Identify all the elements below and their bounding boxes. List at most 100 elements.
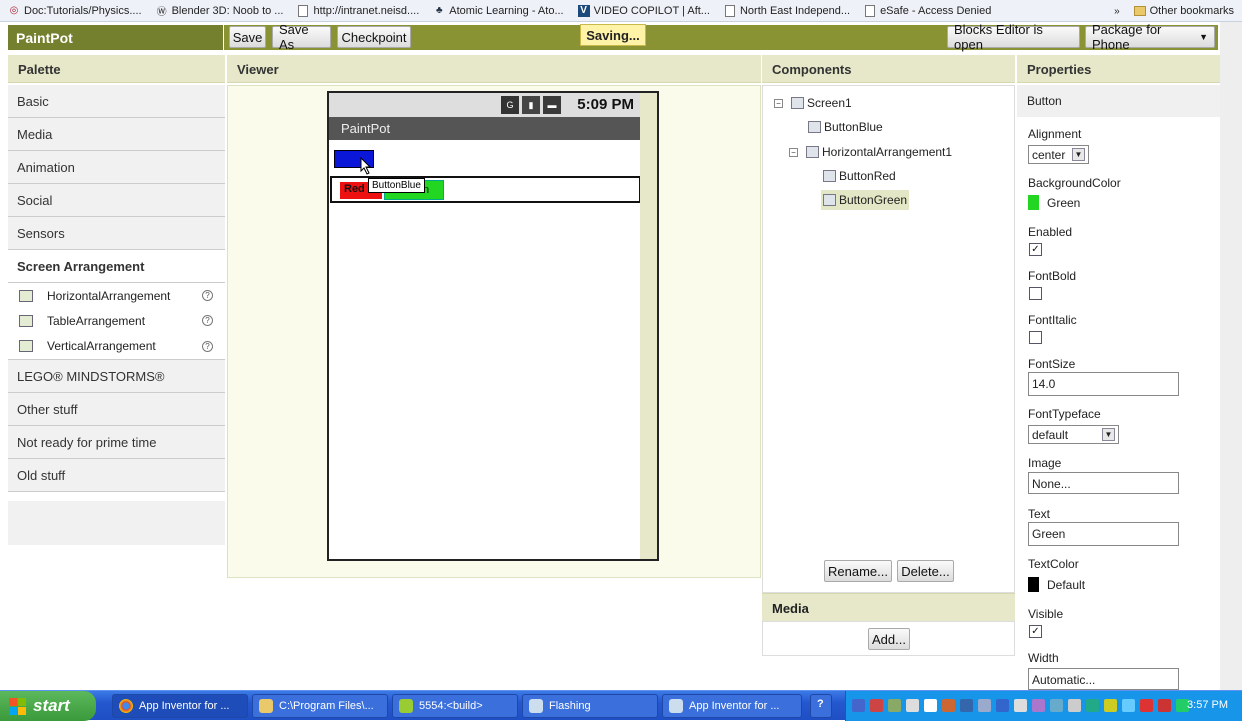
task-emulator[interactable]: 5554:<build>: [392, 694, 518, 718]
tree-item-button-blue[interactable]: ButtonBlue: [808, 117, 883, 137]
tray-app-icon[interactable]: [1158, 699, 1171, 712]
bookmark-item[interactable]: ♣ Atomic Learning - Ato...: [433, 5, 564, 17]
tree-item-button-red[interactable]: ButtonRed: [823, 166, 896, 186]
bookmark-item[interactable]: Ⓦ Blender 3D: Noob to ...: [156, 5, 284, 19]
tray-app-icon[interactable]: [906, 699, 919, 712]
task-flashing[interactable]: Flashing: [522, 694, 658, 718]
help-icon[interactable]: ?: [202, 290, 213, 301]
palette-item-vertical-arrangement[interactable]: VerticalArrangement ?: [8, 333, 225, 360]
bookmark-item[interactable]: eSafe - Access Denied: [864, 4, 991, 17]
palette-panel: Basic Media Animation Social Sensors Scr…: [8, 85, 225, 492]
tree-item-button-green[interactable]: ButtonGreen: [821, 190, 910, 210]
tray-app-icon[interactable]: [1086, 699, 1099, 712]
alignment-select[interactable]: center ▼: [1028, 145, 1089, 164]
palette-category-screen-arrangement[interactable]: Screen Arrangement: [8, 250, 225, 283]
tray-app-icon[interactable]: [870, 699, 883, 712]
blocks-editor-button[interactable]: Blocks Editor is open: [947, 22, 1080, 52]
tree-item-screen1[interactable]: − Screen1: [774, 93, 852, 113]
collapse-icon[interactable]: −: [789, 147, 798, 157]
tray-app-icon[interactable]: [1104, 699, 1117, 712]
palette-category-not-ready[interactable]: Not ready for prime time: [8, 426, 225, 459]
tray-app-icon[interactable]: [996, 699, 1009, 712]
palette-item-table-arrangement[interactable]: TableArrangement ?: [8, 308, 225, 333]
enabled-checkbox[interactable]: ✓: [1029, 243, 1042, 256]
collapse-icon[interactable]: −: [774, 98, 783, 108]
other-bookmarks[interactable]: » Other bookmarks: [1114, 0, 1234, 21]
tray-app-icon[interactable]: [960, 699, 973, 712]
palette-category-lego[interactable]: LEGO® MINDSTORMS®: [8, 360, 225, 393]
properties-header: Properties: [1017, 55, 1220, 83]
tray-app-icon[interactable]: [1140, 699, 1153, 712]
task-app-inventor[interactable]: App Inventor for ...: [112, 694, 248, 718]
media-panel: Add...: [762, 621, 1015, 656]
font-italic-checkbox[interactable]: [1029, 331, 1042, 344]
tray-app-icon[interactable]: [1032, 699, 1045, 712]
bookmark-item[interactable]: http://intranet.neisd....: [297, 4, 419, 17]
page-scrollbar[interactable]: [1220, 22, 1242, 698]
page-icon: [864, 4, 876, 17]
tree-item-horizontal-arrangement1[interactable]: − HorizontalArrangement1: [789, 142, 952, 162]
palette-item-horizontal-arrangement[interactable]: HorizontalArrangement ?: [8, 283, 225, 308]
windows-taskbar: start App Inventor for ... C:\Program Fi…: [0, 690, 1242, 721]
font-size-input[interactable]: 14.0: [1028, 372, 1179, 396]
screen-icon: [791, 97, 804, 109]
tray-app-icon[interactable]: [1068, 699, 1081, 712]
tray-app-icon[interactable]: [1014, 699, 1027, 712]
palette-category-old-stuff[interactable]: Old stuff: [8, 459, 225, 492]
save-button[interactable]: Save: [229, 26, 266, 48]
tray-app-icon[interactable]: [888, 699, 901, 712]
help-icon[interactable]: ?: [202, 340, 213, 352]
dropdown-arrow-icon: ▼: [1199, 32, 1208, 42]
delete-button[interactable]: Delete...: [897, 560, 954, 582]
bookmark-item[interactable]: North East Independ...: [724, 4, 850, 17]
palette-category-media[interactable]: Media: [8, 118, 225, 151]
palette-category-other-stuff[interactable]: Other stuff: [8, 393, 225, 426]
background-color-value[interactable]: Green: [1047, 196, 1080, 210]
palette-category-social[interactable]: Social: [8, 184, 225, 217]
package-for-phone-button[interactable]: Package for Phone ▼: [1085, 22, 1215, 52]
phone-clock: 5:09 PM: [577, 96, 634, 113]
visible-checkbox[interactable]: ✓: [1029, 625, 1042, 638]
font-typeface-select[interactable]: default ▼: [1028, 425, 1119, 444]
horizontal-arrangement-icon: [806, 146, 819, 158]
text-color-value[interactable]: Default: [1047, 578, 1085, 592]
tray-app-icon[interactable]: [1050, 699, 1063, 712]
font-bold-checkbox[interactable]: [1029, 287, 1042, 300]
selected-component-type: Button: [1017, 85, 1220, 117]
task-program-files[interactable]: C:\Program Files\...: [252, 694, 388, 718]
help-icon[interactable]: ?: [202, 315, 213, 326]
phone-scrollbar[interactable]: [640, 93, 657, 559]
palette-category-basic[interactable]: Basic: [8, 85, 225, 118]
chevron-down-icon: ▼: [1102, 428, 1115, 441]
text-input[interactable]: Green: [1028, 522, 1179, 546]
checkpoint-button[interactable]: Checkpoint: [337, 26, 411, 48]
visible-label: Visible: [1028, 607, 1064, 621]
help-icon[interactable]: ?: [810, 694, 832, 718]
task-app-inventor-2[interactable]: App Inventor for ...: [662, 694, 802, 718]
bookmark-item[interactable]: V VIDEO COPILOT | Aft...: [577, 4, 710, 17]
bookmark-item[interactable]: ◎ Doc:Tutorials/Physics....: [8, 5, 142, 17]
tray-app-icon[interactable]: [852, 699, 865, 712]
window-icon: [529, 699, 543, 713]
palette-category-animation[interactable]: Animation: [8, 151, 225, 184]
chevron-right-icon: »: [1114, 5, 1120, 17]
tray-app-icon[interactable]: [942, 699, 955, 712]
tray-app-icon[interactable]: [1122, 699, 1135, 712]
add-media-button[interactable]: Add...: [868, 628, 910, 650]
tray-app-icon[interactable]: [924, 699, 937, 712]
palette-category-sensors[interactable]: Sensors: [8, 217, 225, 250]
color-swatch[interactable]: [1028, 577, 1039, 592]
screen-title-bar: PaintPot: [329, 117, 642, 140]
tooltip: ButtonBlue: [368, 178, 425, 193]
rename-button[interactable]: Rename...: [824, 560, 892, 582]
folder-icon: [1133, 5, 1146, 17]
width-input[interactable]: Automatic...: [1028, 668, 1179, 690]
viewer-header: Viewer: [227, 55, 761, 83]
color-swatch[interactable]: [1028, 195, 1039, 210]
tray-app-icon[interactable]: [978, 699, 991, 712]
save-as-button[interactable]: Save As: [272, 22, 331, 52]
phone-preview: G ▮ ▬ 5:09 PM PaintPot Red n: [327, 91, 659, 561]
image-input[interactable]: None...: [1028, 472, 1179, 494]
saving-indicator: Saving...: [580, 24, 646, 46]
v-icon: V: [577, 4, 590, 17]
